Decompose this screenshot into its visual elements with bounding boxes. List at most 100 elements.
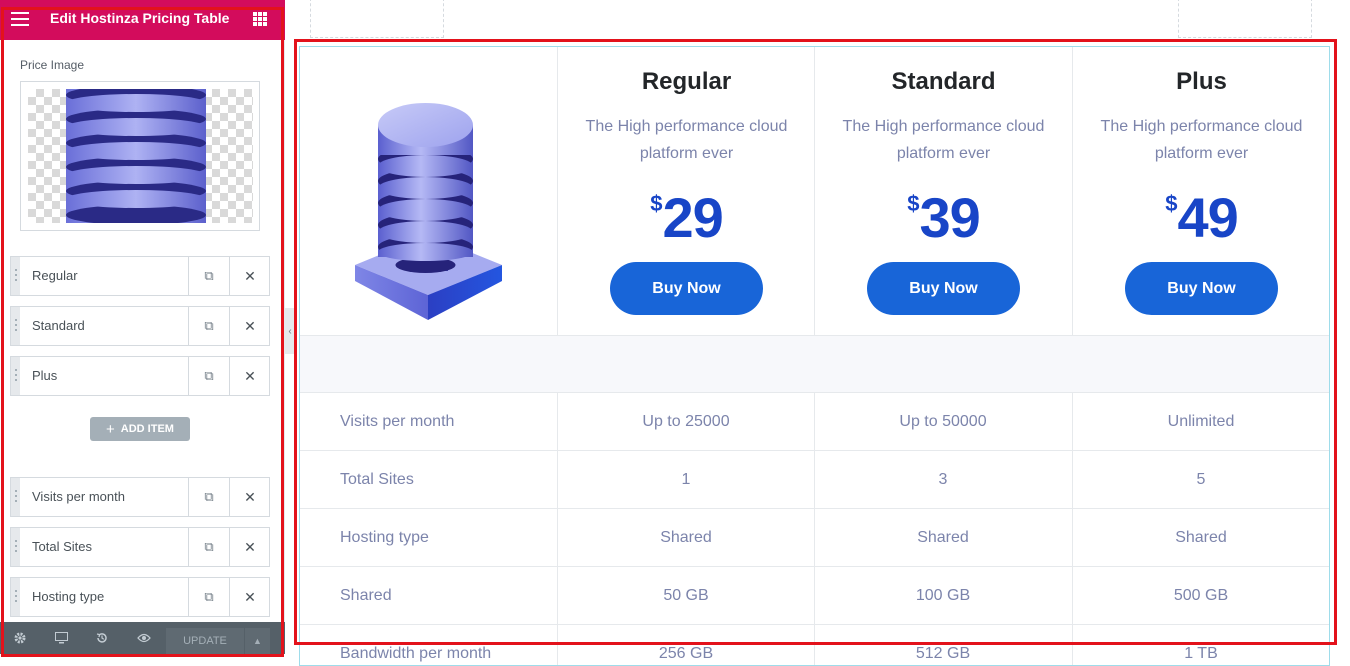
plan-name: Plus: [1176, 68, 1227, 95]
plan-card-plus: Plus The High performance cloud platform…: [1073, 47, 1329, 335]
buy-now-button[interactable]: Buy Now: [610, 262, 763, 315]
repeater-item-hosting-type[interactable]: Hosting type ⧉ ✕: [10, 577, 270, 617]
drag-handle-icon[interactable]: [11, 307, 20, 345]
feature-value: Unlimited: [1072, 393, 1329, 450]
feature-value: 256 GB: [557, 625, 814, 665]
repeater-item-total-sites[interactable]: Total Sites ⧉ ✕: [10, 527, 270, 567]
plan-description: The High performance cloud platform ever: [842, 118, 1045, 162]
feature-value: 1: [557, 451, 814, 508]
feature-label: Visits per month: [340, 412, 455, 430]
drag-handle-icon[interactable]: [11, 578, 20, 616]
price-image-preview: [28, 89, 253, 223]
plan-name: Regular: [641, 68, 732, 95]
feature-row: Hosting type Shared Shared Shared: [300, 509, 1329, 567]
chevron-left-icon: ‹: [288, 325, 292, 337]
update-button[interactable]: UPDATE: [166, 628, 244, 654]
repeater-item-label: Standard: [32, 318, 85, 333]
pricing-spacer-row: [300, 335, 1329, 393]
panel-header: Edit Hostinza Pricing Table: [0, 0, 285, 40]
add-item-button[interactable]: + ADD ITEM: [90, 417, 190, 441]
pricing-table[interactable]: Regular The High performance cloud platf…: [299, 46, 1330, 666]
repeater-item-visits[interactable]: Visits per month ⧉ ✕: [10, 477, 270, 517]
drag-handle-icon[interactable]: [11, 357, 20, 395]
feature-value: Shared: [814, 509, 1071, 566]
drag-handle-icon[interactable]: [11, 478, 20, 516]
repeater-item-label: Visits per month: [32, 489, 125, 504]
feature-value: Shared: [557, 509, 814, 566]
close-icon[interactable]: ✕: [229, 307, 270, 345]
server-stack-thumbnail-icon: [66, 89, 206, 223]
feature-value: 1 TB: [1072, 625, 1329, 665]
plan-price: $ 29: [558, 188, 815, 248]
duplicate-icon[interactable]: ⧉: [188, 357, 229, 395]
drag-handle-icon[interactable]: [11, 257, 20, 295]
price-image-label: Price Image: [20, 58, 85, 72]
panel-collapse-toggle[interactable]: ‹: [285, 308, 295, 354]
repeater-item-label: Regular: [32, 268, 78, 283]
currency-symbol: $: [650, 191, 663, 216]
chevron-up-icon[interactable]: ▲: [244, 628, 270, 654]
plan-price: $ 39: [815, 188, 1072, 248]
feature-label: Bandwidth per month: [340, 644, 492, 662]
duplicate-icon[interactable]: ⧉: [188, 257, 229, 295]
panel-title: Edit Hostinza Pricing Table: [50, 10, 230, 26]
settings-icon[interactable]: [0, 622, 40, 654]
close-icon[interactable]: ✕: [229, 578, 270, 616]
duplicate-icon[interactable]: ⧉: [188, 307, 229, 345]
close-icon[interactable]: ✕: [229, 357, 270, 395]
history-icon[interactable]: [82, 622, 122, 654]
buy-now-button[interactable]: Buy Now: [867, 262, 1020, 315]
repeater-item-standard[interactable]: Standard ⧉ ✕: [10, 306, 270, 346]
feature-value: 500 GB: [1072, 567, 1329, 624]
plus-icon: +: [106, 420, 115, 438]
feature-label: Hosting type: [340, 528, 429, 546]
feature-value: Shared: [1072, 509, 1329, 566]
widgets-grid-icon[interactable]: [253, 12, 267, 26]
price-amount: 49: [1177, 186, 1238, 249]
hamburger-menu-icon[interactable]: [11, 12, 29, 26]
feature-row: Bandwidth per month 256 GB 512 GB 1 TB: [300, 625, 1329, 665]
currency-symbol: $: [1165, 191, 1178, 216]
editor-panel: Edit Hostinza Pricing Table Price Image: [0, 0, 285, 654]
close-icon[interactable]: ✕: [229, 257, 270, 295]
feature-row: Visits per month Up to 25000 Up to 50000…: [300, 393, 1329, 451]
repeater-item-label: Plus: [32, 368, 58, 383]
repeater-item-label: Hosting type: [32, 589, 105, 604]
repeater-item-label: Total Sites: [32, 539, 92, 554]
duplicate-icon[interactable]: ⧉: [188, 478, 229, 516]
feature-value: 100 GB: [814, 567, 1071, 624]
repeater-item-regular[interactable]: Regular ⧉ ✕: [10, 256, 270, 296]
feature-label: Total Sites: [340, 470, 414, 488]
plan-price: $ 49: [1073, 186, 1329, 249]
feature-value: 512 GB: [814, 625, 1071, 665]
duplicate-icon[interactable]: ⧉: [188, 528, 229, 566]
pricing-header-row: Regular The High performance cloud platf…: [300, 47, 1329, 335]
feature-value: 3: [814, 451, 1071, 508]
duplicate-icon[interactable]: ⧉: [188, 578, 229, 616]
close-icon[interactable]: ✕: [229, 478, 270, 516]
server-stack-icon: [355, 103, 502, 320]
plan-card-standard: Standard The High performance cloud plat…: [815, 47, 1072, 335]
empty-column-placeholder: [1178, 0, 1312, 38]
plan-name: Standard: [891, 68, 996, 95]
price-image-picker[interactable]: [20, 81, 260, 231]
feature-value: 50 GB: [557, 567, 814, 624]
feature-value: Up to 50000: [814, 393, 1071, 450]
plan-card-regular: Regular The High performance cloud platf…: [558, 47, 815, 335]
close-icon[interactable]: ✕: [229, 528, 270, 566]
plan-description: The High performance cloud platform ever: [585, 118, 788, 162]
responsive-icon[interactable]: [41, 622, 81, 654]
feature-value: Up to 25000: [557, 393, 814, 450]
feature-row: Shared 50 GB 100 GB 500 GB: [300, 567, 1329, 625]
repeater-item-plus[interactable]: Plus ⧉ ✕: [10, 356, 270, 396]
feature-value: 5: [1072, 451, 1329, 508]
drag-handle-icon[interactable]: [11, 528, 20, 566]
preview-icon[interactable]: [124, 622, 164, 654]
plan-description: The High performance cloud platform ever: [1100, 118, 1303, 162]
currency-symbol: $: [907, 191, 920, 216]
panel-footer: UPDATE ▲: [0, 622, 285, 654]
buy-now-button[interactable]: Buy Now: [1125, 262, 1278, 315]
empty-column-placeholder: [310, 0, 444, 38]
price-amount: 39: [919, 186, 980, 249]
price-image-cell: [300, 47, 557, 335]
